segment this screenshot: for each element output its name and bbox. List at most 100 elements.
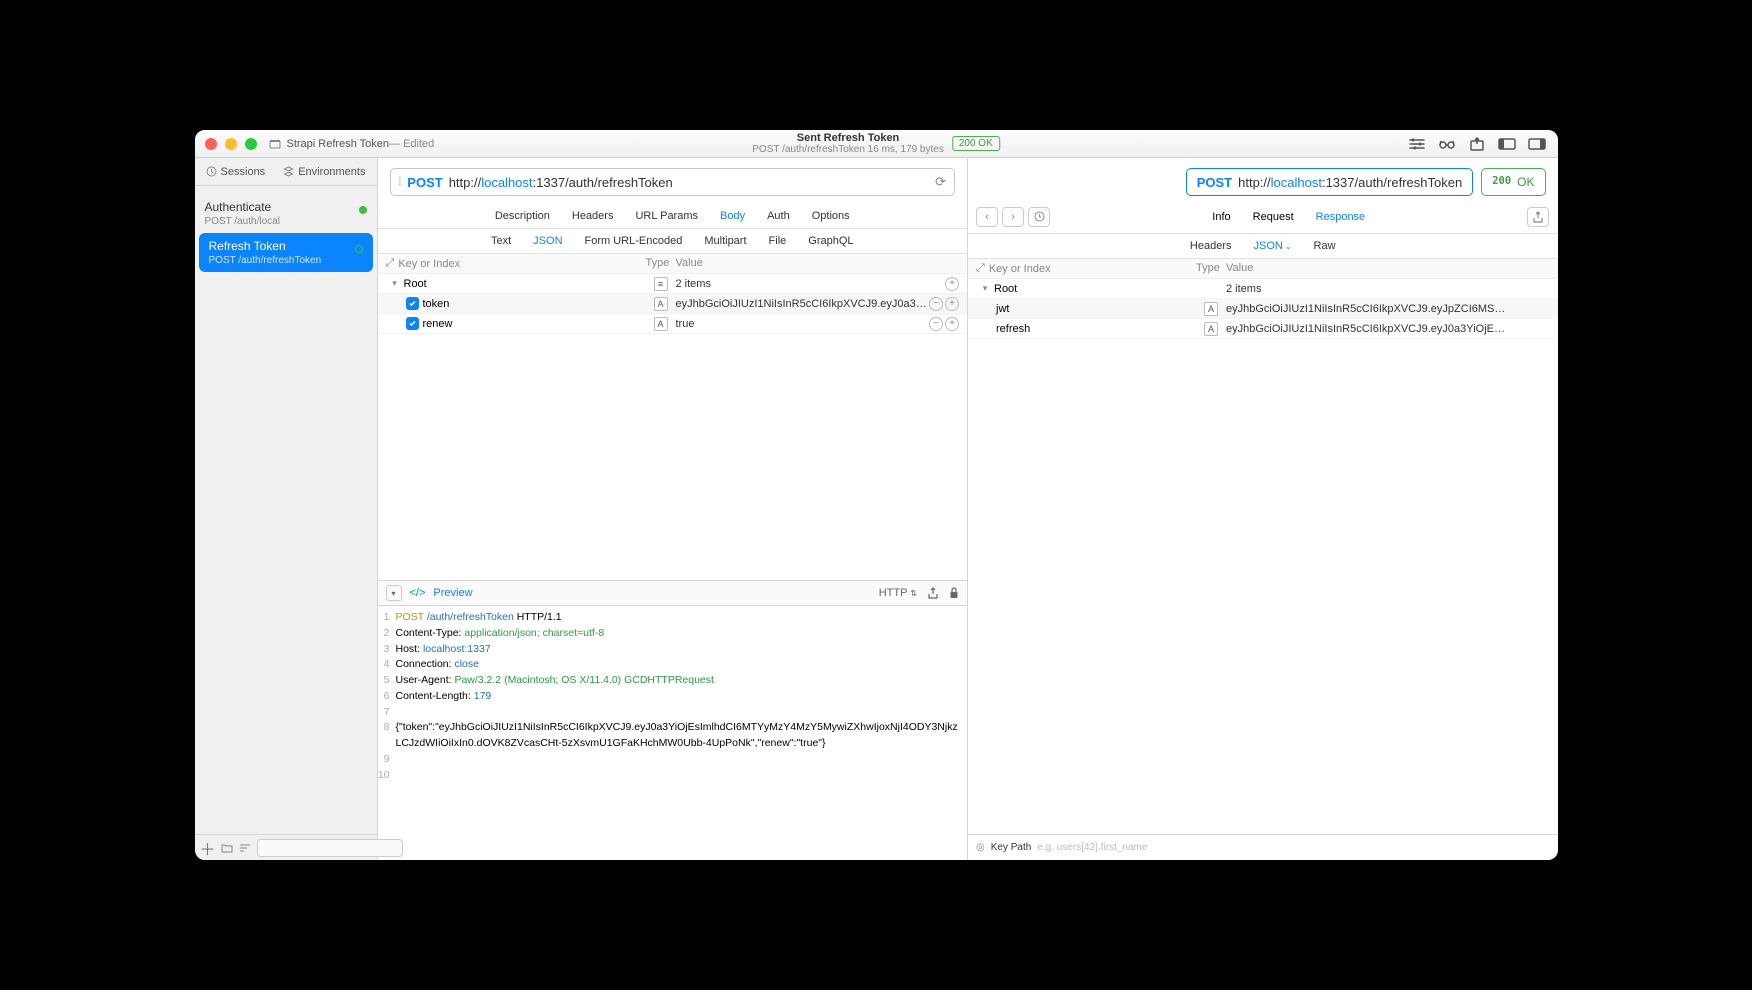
titlebar: Strapi Refresh Token — Edited Sent Refre…: [195, 130, 1558, 158]
type-icon: A: [1204, 302, 1218, 316]
add-icon[interactable]: +: [945, 297, 959, 311]
chevron-down-icon: ⌄: [1285, 242, 1292, 251]
status-code: 200: [1492, 170, 1511, 194]
tree-value: eyJhbGciOiJIUzI1NiIsInR5cCI6IkpXVCJ9.eyJ…: [676, 298, 930, 310]
protocol-label[interactable]: HTTP ⇅: [879, 587, 917, 599]
remove-icon[interactable]: −: [929, 317, 943, 331]
sidebar-left-toggle-icon[interactable]: [1498, 136, 1516, 152]
sort-icon[interactable]: [239, 841, 251, 855]
table-row[interactable]: refreshAeyJhbGciOiJIUzI1NiIsInR5cCI6IkpX…: [968, 319, 1558, 339]
subtab-json[interactable]: JSON: [533, 235, 562, 247]
preview-label[interactable]: Preview: [433, 587, 472, 599]
tab-url-params[interactable]: URL Params: [635, 210, 698, 222]
document-title: Strapi Refresh Token: [287, 138, 390, 150]
type-icon[interactable]: A: [654, 297, 668, 311]
tab-headers[interactable]: Headers: [572, 210, 614, 222]
sidebar-item-refresh-token[interactable]: Refresh Token POST /auth/refreshToken: [199, 233, 373, 272]
subtab-file[interactable]: File: [769, 235, 787, 247]
tab-sessions[interactable]: Sessions: [206, 166, 266, 178]
glasses-icon[interactable]: [1438, 136, 1456, 152]
sidebar-right-toggle-icon[interactable]: [1528, 136, 1546, 152]
sidebar-item-path: POST /auth/local: [205, 216, 367, 227]
titlebar-tools: [1408, 136, 1558, 152]
request-summary: POST /auth/refreshToken 16 ms, 179 bytes: [752, 144, 944, 155]
tree-key: refresh: [996, 323, 1030, 335]
col-type: Type: [1196, 262, 1226, 275]
folder-icon[interactable]: [221, 841, 233, 855]
tab-response[interactable]: Response: [1316, 211, 1366, 223]
collapse-all-icon[interactable]: ⤢: [976, 262, 985, 275]
chevron-down-icon[interactable]: ▾: [980, 283, 990, 294]
body: Sessions Environments Authenticate POST …: [195, 158, 1558, 860]
subtab-text[interactable]: Text: [491, 235, 511, 247]
sidebar-item-label: Authenticate: [205, 200, 367, 214]
lock-icon[interactable]: [949, 587, 959, 599]
subtab-graphql[interactable]: GraphQL: [808, 235, 853, 247]
export-icon[interactable]: [1468, 136, 1486, 152]
tab-body[interactable]: Body: [720, 210, 745, 222]
subtab-raw[interactable]: Raw: [1314, 240, 1336, 252]
response-method: POST: [1197, 175, 1232, 190]
sidebar-item-path: POST /auth/refreshToken: [209, 255, 363, 266]
add-icon[interactable]: ＋: [201, 841, 215, 855]
collapse-all-icon[interactable]: ⤢: [386, 257, 395, 270]
type-icon[interactable]: A: [654, 317, 668, 331]
app-window: Strapi Refresh Token — Edited Sent Refre…: [195, 130, 1558, 860]
sidebar-item-authenticate[interactable]: Authenticate POST /auth/local: [195, 194, 377, 233]
url-input[interactable]: ⁞ POST http://localhost:1337/auth/refres…: [390, 168, 956, 196]
tree-key: jwt: [996, 303, 1009, 315]
subtab-json[interactable]: JSON⌄: [1254, 240, 1292, 252]
back-button[interactable]: ‹: [976, 207, 998, 227]
subtab-form[interactable]: Form URL-Encoded: [585, 235, 683, 247]
minimize-window-button[interactable]: [225, 138, 237, 150]
col-key: Key or Index: [989, 263, 1051, 275]
history-button[interactable]: [1028, 207, 1050, 227]
table-row[interactable]: renew Atrue−+: [378, 314, 968, 334]
tree-value: 2 items: [1226, 283, 1550, 295]
chevron-down-icon[interactable]: ▾: [390, 278, 400, 289]
checkbox-icon[interactable]: [406, 297, 419, 310]
tab-info[interactable]: Info: [1212, 211, 1230, 223]
history-icon: [206, 166, 217, 177]
tab-request[interactable]: Request: [1253, 211, 1294, 223]
add-icon[interactable]: +: [945, 277, 959, 291]
subtab-headers[interactable]: Headers: [1190, 240, 1232, 252]
settings-icon[interactable]: [1408, 136, 1426, 152]
table-row[interactable]: ▾Root≡2 items+: [378, 274, 968, 294]
keypath-input[interactable]: [1037, 842, 1549, 853]
target-icon[interactable]: ◎: [976, 842, 985, 853]
share-icon[interactable]: [927, 587, 939, 599]
table-row[interactable]: jwtAeyJhbGciOiJIUzI1NiIsInR5cCI6IkpXVCJ9…: [968, 299, 1558, 319]
status-dot-icon: [355, 245, 363, 253]
tree-value: true: [676, 318, 930, 330]
table-row[interactable]: tokenAeyJhbGciOiJIUzI1NiIsInR5cCI6IkpXVC…: [378, 294, 968, 314]
checkbox-icon[interactable]: [406, 317, 419, 330]
type-icon[interactable]: ≡: [654, 277, 668, 291]
tree-value: 2 items: [676, 278, 946, 290]
forward-button[interactable]: ›: [1002, 207, 1024, 227]
remove-icon[interactable]: −: [929, 297, 943, 311]
request-json-tree: ⤢Key or Index Type Value ▾Root≡2 items+t…: [378, 254, 968, 334]
tab-options[interactable]: Options: [812, 210, 850, 222]
table-row[interactable]: ▾Root2 items: [968, 279, 1558, 299]
zoom-window-button[interactable]: [245, 138, 257, 150]
tab-auth[interactable]: Auth: [767, 210, 790, 222]
close-window-button[interactable]: [205, 138, 217, 150]
preview-dropdown[interactable]: ▾: [386, 585, 402, 601]
response-status: 200 OK: [1481, 168, 1545, 196]
export-button[interactable]: [1527, 207, 1549, 227]
reload-icon[interactable]: ⟳: [935, 174, 946, 190]
col-value: Value: [676, 257, 960, 270]
add-icon[interactable]: +: [945, 317, 959, 331]
sidebar-items: Authenticate POST /auth/local Refresh To…: [195, 186, 377, 834]
tab-environments[interactable]: Environments: [283, 166, 365, 178]
tab-description[interactable]: Description: [495, 210, 550, 222]
response-url-row: POST http://localhost:1337/auth/refreshT…: [968, 158, 1558, 206]
request-tabs: Description Headers URL Params Body Auth…: [378, 206, 968, 229]
status-badge: 200 OK: [952, 136, 1000, 151]
method-dropdown-icon[interactable]: ⁞: [399, 177, 402, 188]
subtab-multipart[interactable]: Multipart: [704, 235, 746, 247]
tree-key: renew: [423, 318, 453, 330]
environments-label: Environments: [298, 166, 365, 178]
tree-header: ⤢Key or Index Type Value: [378, 254, 968, 274]
